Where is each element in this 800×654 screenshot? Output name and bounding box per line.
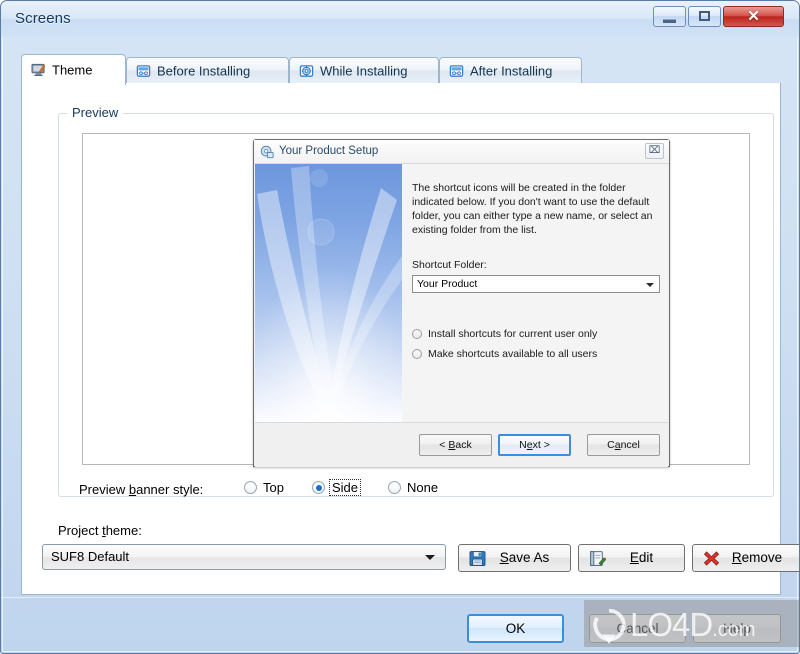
shortcut-folder-combobox[interactable]: Your Product — [412, 275, 660, 293]
footer-separator — [1, 597, 799, 598]
screen-pen-icon — [31, 63, 46, 76]
minimize-button[interactable] — [653, 6, 686, 27]
remove-label: Remove — [731, 550, 783, 565]
banner-style-radio-top-label: Top — [263, 480, 284, 495]
ok-label: OK — [505, 621, 526, 636]
tab-before-installing[interactable]: Before Installing — [126, 57, 289, 84]
preview-banner-style-label: Preview banner style: — [79, 482, 204, 497]
setup-dialog-close-button[interactable]: ⌧ — [645, 143, 664, 159]
setup-close-icon: ⌧ — [648, 145, 661, 156]
maximize-button[interactable] — [688, 6, 721, 27]
chevron-down-icon — [425, 555, 435, 560]
tab-before-installing-label: Before Installing — [157, 63, 251, 79]
tabstrip: Theme Before Installing While Installing… — [21, 54, 781, 85]
setup-dialog-body: The shortcut icons will be created in th… — [402, 164, 668, 422]
dialog-icon — [449, 65, 464, 77]
setup-radio-all-users-label: Make shortcuts available to all users — [428, 348, 598, 360]
setup-cancel-button[interactable]: Cancel — [587, 434, 660, 456]
project-theme-combobox[interactable]: SUF8 Default — [42, 544, 446, 570]
tab-page-theme: Preview Your Product Setup ⌧ The shortcu… — [21, 83, 799, 595]
tab-while-installing-label: While Installing — [320, 63, 408, 79]
cancel-button[interactable]: Cancel — [589, 614, 686, 643]
tab-theme[interactable]: Theme — [21, 54, 126, 85]
window-titlebar: Screens ✕ — [1, 1, 799, 37]
banner-style-radio-none-label: None — [407, 480, 439, 495]
setup-dialog-title: Your Product Setup — [279, 145, 379, 157]
edit-button[interactable]: Edit — [578, 544, 685, 572]
radio-circle-icon — [244, 481, 257, 494]
save-as-label: Save As — [499, 550, 550, 565]
project-theme-label: Project theme: — [58, 523, 142, 538]
preview-banner-style-row: Preview banner style: Top Side None — [58, 478, 758, 504]
project-theme-value: SUF8 Default — [51, 549, 130, 564]
preview-canvas: Your Product Setup ⌧ The shortcut icons … — [82, 133, 750, 467]
edit-label: Edit — [629, 550, 654, 565]
setup-intro-text: The shortcut icons will be created in th… — [412, 182, 653, 236]
tab-after-installing[interactable]: After Installing — [439, 57, 582, 84]
radio-circle-icon — [312, 481, 325, 494]
banner-style-radio-side-label: Side — [329, 479, 362, 496]
banner-swoosh-graphic — [255, 164, 402, 422]
shortcut-folder-value: Your Product — [417, 278, 478, 290]
tab-after-installing-label: After Installing — [470, 63, 553, 79]
window-title: Screens — [15, 10, 71, 27]
setup-dialog-footer: < Back Next > Cancel — [255, 422, 668, 467]
dialog-icon — [136, 65, 151, 77]
setup-preview-dialog: Your Product Setup ⌧ The shortcut icons … — [253, 139, 670, 467]
tab-while-installing[interactable]: While Installing — [289, 57, 439, 84]
save-as-button[interactable]: Save As — [458, 544, 571, 572]
setup-back-button[interactable]: < Back — [419, 434, 492, 456]
help-label: Help — [723, 621, 751, 636]
minimize-icon — [663, 19, 676, 23]
radio-circle-icon — [412, 349, 422, 359]
setup-dialog-titlebar: Your Product Setup ⌧ — [254, 140, 669, 164]
setup-radio-current-user-label: Install shortcuts for current user only — [428, 328, 598, 340]
help-button[interactable]: Help — [693, 614, 781, 643]
maximize-icon — [699, 11, 710, 21]
ok-button[interactable]: OK — [467, 614, 564, 643]
cancel-label: Cancel — [616, 621, 659, 636]
close-button[interactable]: ✕ — [723, 6, 784, 27]
shortcut-folder-label: Shortcut Folder: — [412, 259, 487, 271]
close-icon: ✕ — [747, 8, 760, 25]
radio-circle-icon — [412, 329, 422, 339]
gear-disc-icon — [299, 65, 314, 77]
setup-box-icon — [260, 145, 274, 159]
tab-theme-label: Theme — [52, 62, 93, 78]
radio-circle-icon — [388, 481, 401, 494]
chevron-down-icon — [646, 283, 654, 287]
setup-next-button[interactable]: Next > — [498, 434, 571, 456]
screens-window: Screens ✕ Theme Before Installing While … — [0, 0, 800, 654]
remove-button[interactable]: Remove — [692, 544, 799, 572]
setup-side-banner — [255, 164, 402, 422]
preview-groupbox-title: Preview — [67, 105, 124, 120]
preview-groupbox: Preview Your Product Setup ⌧ The shortcu… — [58, 105, 774, 497]
